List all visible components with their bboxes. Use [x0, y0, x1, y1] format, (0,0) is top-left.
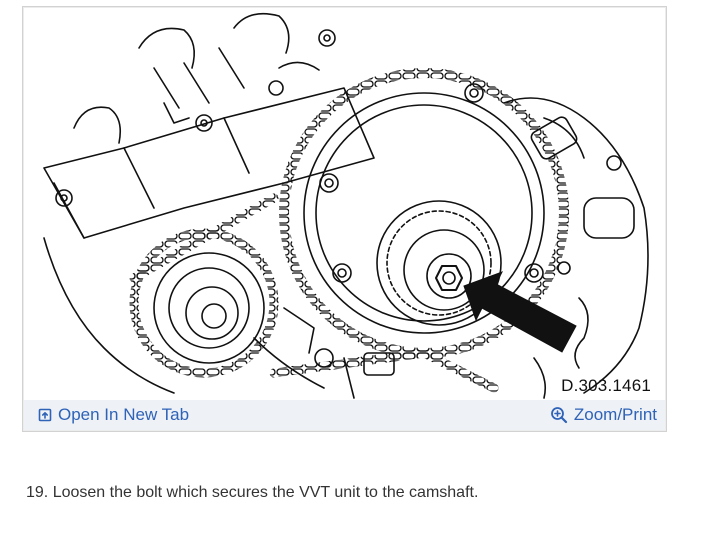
open-in-new-tab-label: Open In New Tab	[58, 405, 190, 424]
vvt-camshaft-illustration	[43, 12, 649, 399]
figure-id-label: D.303.1461	[561, 376, 651, 395]
step-instruction: 19. Loosen the bolt which secures the VV…	[26, 484, 479, 501]
open-in-new-tab-icon	[38, 408, 52, 422]
zoom-print-label: Zoom/Print	[573, 405, 657, 424]
engine-diagram[interactable]: D.303.1461	[24, 8, 665, 400]
open-in-new-tab-link[interactable]: Open In New Tab	[38, 405, 189, 425]
figure-caption-bar: Open In New Tab Zoom/Print	[24, 400, 665, 430]
figure-card: D.303.1461 Open In New Tab Zoom/Print	[22, 6, 667, 432]
zoom-print-link[interactable]: Zoom/Print	[550, 405, 657, 425]
zoom-in-icon	[550, 406, 568, 424]
